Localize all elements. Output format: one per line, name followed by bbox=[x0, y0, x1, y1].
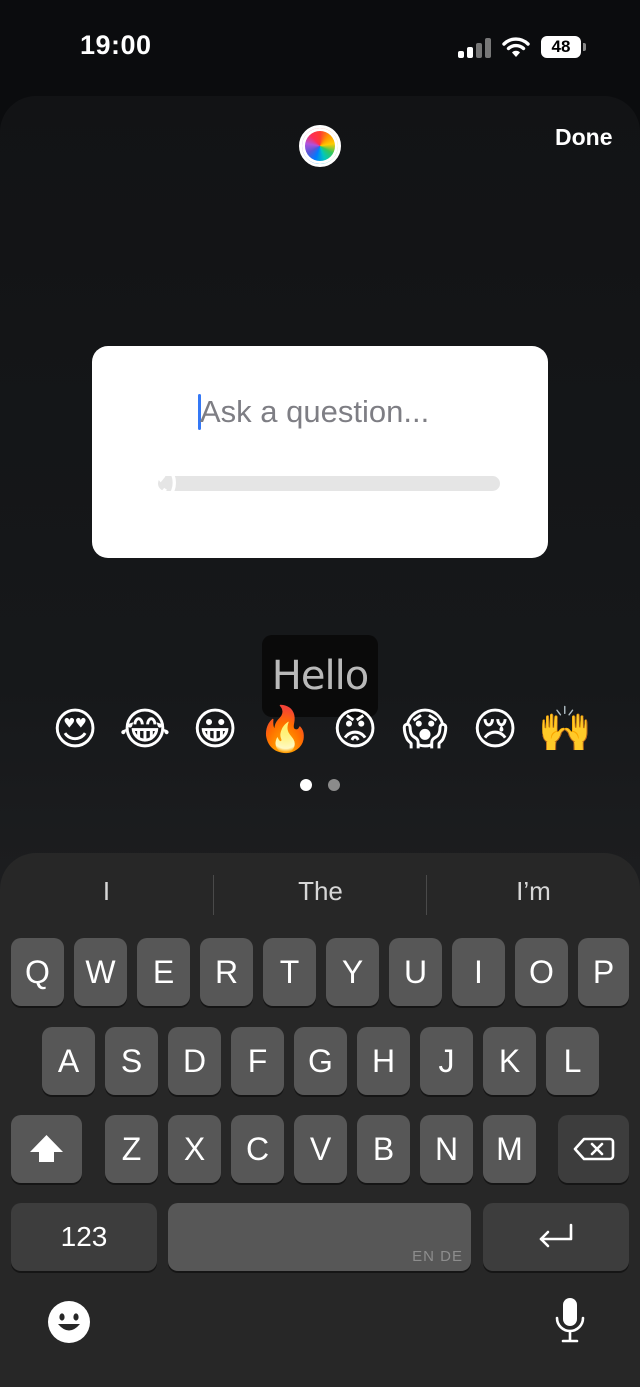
space-bar[interactable]: EN DE bbox=[168, 1203, 471, 1271]
key-z[interactable]: Z bbox=[105, 1115, 158, 1183]
key-i[interactable]: I bbox=[452, 938, 505, 1006]
key-l[interactable]: L bbox=[546, 1027, 599, 1095]
key-h[interactable]: H bbox=[357, 1027, 410, 1095]
key-m[interactable]: M bbox=[483, 1115, 536, 1183]
key-w[interactable]: W bbox=[74, 938, 127, 1006]
slider-track[interactable] bbox=[158, 476, 500, 491]
emoji-option[interactable]: 🔥 bbox=[250, 700, 320, 760]
status-bar: 19:00 48 bbox=[0, 0, 640, 95]
key-n[interactable]: N bbox=[420, 1115, 473, 1183]
microphone-icon[interactable] bbox=[552, 1296, 588, 1346]
key-s[interactable]: S bbox=[105, 1027, 158, 1095]
emoji-option[interactable]: 😀 bbox=[180, 700, 250, 760]
page-dot[interactable] bbox=[328, 779, 340, 791]
emoji-option[interactable]: 😡 bbox=[320, 700, 390, 760]
color-wheel-icon[interactable] bbox=[299, 125, 341, 167]
key-u[interactable]: U bbox=[389, 938, 442, 1006]
page-dot-active[interactable] bbox=[300, 779, 312, 791]
key-t[interactable]: T bbox=[263, 938, 316, 1006]
key-g[interactable]: G bbox=[294, 1027, 347, 1095]
numbers-key[interactable]: 123 bbox=[11, 1203, 157, 1271]
shift-icon bbox=[30, 1135, 63, 1162]
backspace-icon bbox=[573, 1137, 615, 1161]
key-c[interactable]: C bbox=[231, 1115, 284, 1183]
suggestion-2[interactable]: The bbox=[214, 876, 427, 907]
language-indicator: EN DE bbox=[412, 1248, 463, 1265]
slider-handle-emoji[interactable]: 😍 bbox=[128, 456, 180, 512]
return-key[interactable] bbox=[483, 1203, 629, 1271]
key-o[interactable]: O bbox=[515, 938, 568, 1006]
shift-key[interactable] bbox=[11, 1115, 82, 1183]
emoji-picker-row: 😍 😂 😀 🔥 😡 😱 😢 🙌 bbox=[40, 700, 600, 760]
key-f[interactable]: F bbox=[231, 1027, 284, 1095]
wifi-icon bbox=[502, 37, 530, 57]
key-j[interactable]: J bbox=[420, 1027, 473, 1095]
key-r[interactable]: R bbox=[200, 938, 253, 1006]
signal-icon bbox=[458, 38, 492, 58]
battery-icon: 48 bbox=[541, 36, 581, 58]
emoji-option[interactable]: 😢 bbox=[460, 700, 530, 760]
emoji-option[interactable]: 😍 bbox=[40, 700, 110, 760]
question-input[interactable]: Ask a question... bbox=[200, 394, 429, 430]
keyboard: I The I’m Q W E R T Y U I O P A S D F G … bbox=[0, 853, 640, 1387]
return-icon bbox=[539, 1223, 573, 1248]
backspace-key[interactable] bbox=[558, 1115, 629, 1183]
key-d[interactable]: D bbox=[168, 1027, 221, 1095]
key-e[interactable]: E bbox=[137, 938, 190, 1006]
battery-tip bbox=[583, 43, 586, 51]
key-a[interactable]: A bbox=[42, 1027, 95, 1095]
emoji-slider-sticker[interactable]: Ask a question... 😍 bbox=[92, 346, 548, 558]
key-x[interactable]: X bbox=[168, 1115, 221, 1183]
key-y[interactable]: Y bbox=[326, 938, 379, 1006]
key-q[interactable]: Q bbox=[11, 938, 64, 1006]
emoji-option[interactable]: 😂 bbox=[110, 700, 180, 760]
status-time: 19:00 bbox=[80, 30, 152, 60]
suggestion-1[interactable]: I bbox=[0, 876, 213, 907]
suggestion-3[interactable]: I’m bbox=[427, 876, 640, 907]
done-button[interactable]: Done bbox=[555, 124, 613, 151]
key-b[interactable]: B bbox=[357, 1115, 410, 1183]
emoji-option[interactable]: 😱 bbox=[390, 700, 460, 760]
key-k[interactable]: K bbox=[483, 1027, 536, 1095]
key-p[interactable]: P bbox=[578, 938, 629, 1006]
emoji-icon[interactable] bbox=[46, 1299, 92, 1345]
emoji-option[interactable]: 🙌 bbox=[530, 700, 600, 760]
key-v[interactable]: V bbox=[294, 1115, 347, 1183]
